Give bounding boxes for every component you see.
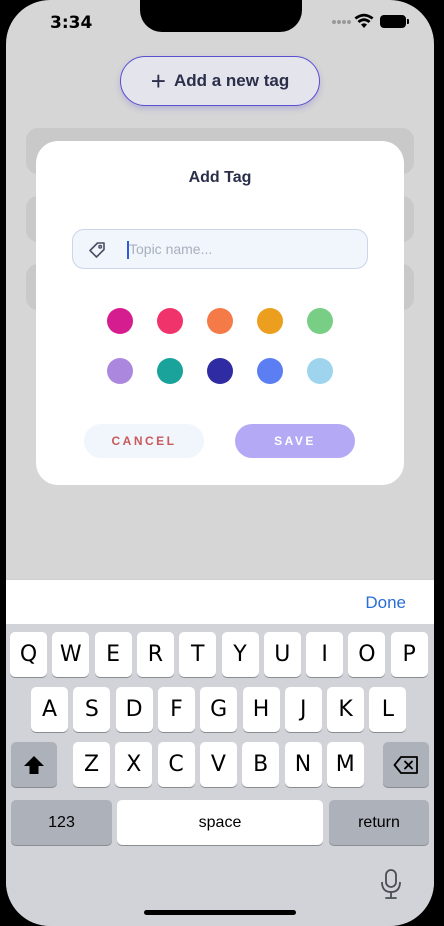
battery-icon — [380, 15, 409, 28]
color-swatch-magenta[interactable] — [107, 308, 133, 334]
done-button[interactable]: Done — [365, 593, 406, 613]
key-n[interactable]: N — [284, 742, 322, 787]
shift-icon — [24, 755, 44, 774]
key-v[interactable]: V — [199, 742, 237, 787]
key-h[interactable]: H — [242, 687, 280, 732]
color-swatch-lavender[interactable] — [107, 358, 133, 384]
space-key[interactable]: space — [117, 800, 323, 845]
key-p[interactable]: P — [390, 632, 428, 677]
keyboard-accessory-bar: Done — [6, 579, 434, 624]
key-w[interactable]: W — [52, 632, 90, 677]
home-indicator — [144, 910, 296, 915]
key-l[interactable]: L — [369, 687, 407, 732]
add-new-tag-label: Add a new tag — [173, 71, 290, 90]
key-s[interactable]: S — [73, 687, 111, 732]
color-swatch-teal[interactable] — [157, 358, 183, 384]
plus-icon: + — [150, 66, 166, 96]
key-u[interactable]: U — [263, 632, 301, 677]
key-e[interactable]: E — [94, 632, 132, 677]
color-swatch-blue[interactable] — [257, 358, 283, 384]
key-j[interactable]: J — [284, 687, 322, 732]
status-time: 3:34 — [50, 13, 93, 33]
backspace-key[interactable] — [383, 742, 429, 787]
color-swatch-indigo[interactable] — [207, 358, 233, 384]
key-q[interactable]: Q — [10, 632, 47, 677]
key-i[interactable]: I — [306, 632, 344, 677]
backspace-icon — [393, 755, 418, 774]
cellular-signal-icon — [332, 20, 352, 26]
status-bar: 3:34 — [6, 0, 434, 46]
key-y[interactable]: Y — [221, 632, 259, 677]
add-tag-modal: Add Tag CANCEL SAVE — [36, 141, 404, 485]
key-b[interactable]: B — [242, 742, 280, 787]
key-r[interactable]: R — [136, 632, 174, 677]
numbers-key[interactable]: 123 — [11, 800, 112, 845]
notch — [140, 0, 302, 32]
color-swatch-pink[interactable] — [157, 308, 183, 334]
add-new-tag-button[interactable]: + Add a new tag — [120, 56, 320, 106]
screen: 3:34 + Add a new tag Add Tag Topic name.… — [6, 0, 434, 926]
key-a[interactable]: A — [31, 687, 68, 732]
microphone-icon[interactable] — [380, 868, 402, 900]
key-f[interactable]: F — [157, 687, 195, 732]
wifi-icon — [354, 13, 374, 28]
color-swatch-amber[interactable] — [257, 308, 283, 334]
key-x[interactable]: X — [115, 742, 153, 787]
key-k[interactable]: K — [327, 687, 365, 732]
color-swatch-orange[interactable] — [207, 308, 233, 334]
modal-title: Add Tag — [188, 169, 252, 186]
tag-icon — [89, 242, 105, 258]
keyboard: QWERTYUIOP ASDFGHJKL ZXCVBNM 123 space r… — [6, 624, 434, 926]
topic-input-container[interactable] — [72, 229, 368, 269]
device-frame: 3:34 + Add a new tag Add Tag Topic name.… — [0, 0, 444, 926]
key-t[interactable]: T — [179, 632, 217, 677]
topic-name-input[interactable] — [129, 230, 359, 268]
cancel-button[interactable]: CANCEL — [84, 424, 204, 458]
color-swatch-green[interactable] — [307, 308, 333, 334]
key-c[interactable]: C — [157, 742, 195, 787]
key-z[interactable]: Z — [73, 742, 110, 787]
key-d[interactable]: D — [115, 687, 153, 732]
key-g[interactable]: G — [200, 687, 238, 732]
color-swatch-light-blue[interactable] — [307, 358, 333, 384]
key-o[interactable]: O — [348, 632, 386, 677]
key-m[interactable]: M — [326, 742, 364, 787]
return-key[interactable]: return — [329, 800, 429, 845]
shift-key[interactable] — [11, 742, 57, 787]
save-button[interactable]: SAVE — [235, 424, 355, 458]
